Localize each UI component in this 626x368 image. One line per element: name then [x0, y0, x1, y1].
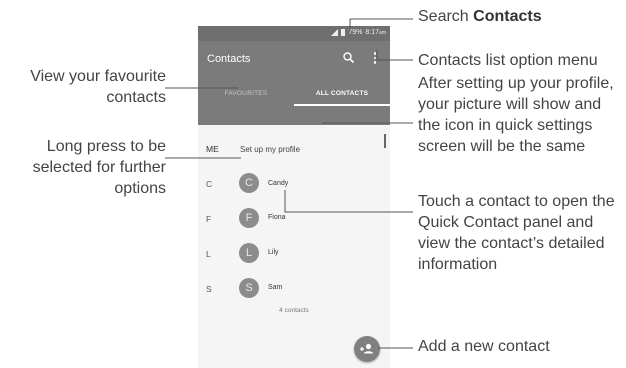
callout-touch-contact: Touch a contact to open the Quick Contac…	[418, 193, 615, 273]
callout-search-bold: Contacts	[473, 8, 542, 25]
callout-search-prefix: Search	[418, 8, 474, 25]
callout-add-contact: Add a new contact	[418, 338, 550, 355]
callout-long-press: Long press to be selected for further op…	[32, 138, 166, 197]
callout-profile: After setting up your profile, your pict…	[418, 75, 614, 155]
callout-search: Search Contacts	[418, 6, 623, 27]
callout-favourites: View your favourite contacts	[30, 68, 166, 106]
callout-menu: Contacts list option menu	[418, 52, 598, 69]
